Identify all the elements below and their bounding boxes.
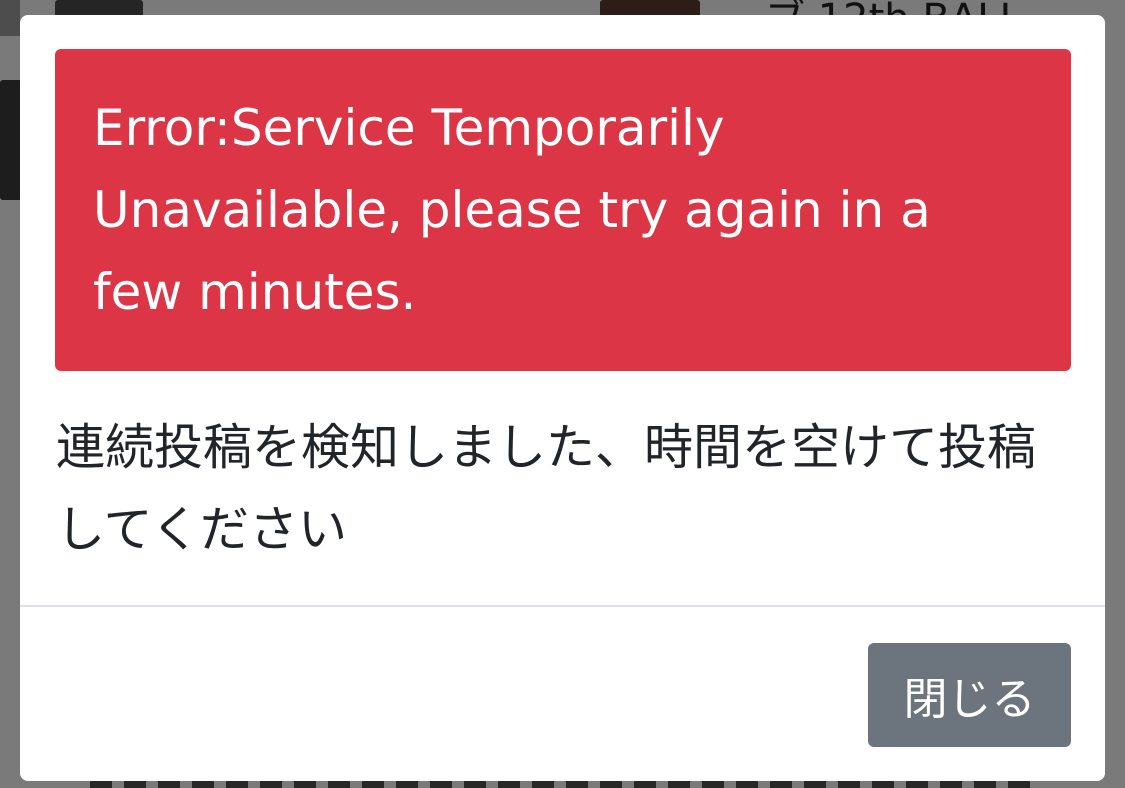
error-alert: Error:Service Temporarily Unavailable, p…: [55, 49, 1071, 371]
modal-body: Error:Service Temporarily Unavailable, p…: [20, 15, 1105, 605]
error-alert-text: Error:Service Temporarily Unavailable, p…: [93, 99, 931, 321]
error-modal: Error:Service Temporarily Unavailable, p…: [20, 15, 1105, 781]
close-button[interactable]: 閉じる: [868, 643, 1071, 747]
modal-footer: 閉じる: [20, 607, 1105, 781]
modal-message: 連続投稿を検知しました、時間を空けて投稿してください: [56, 419, 1037, 558]
